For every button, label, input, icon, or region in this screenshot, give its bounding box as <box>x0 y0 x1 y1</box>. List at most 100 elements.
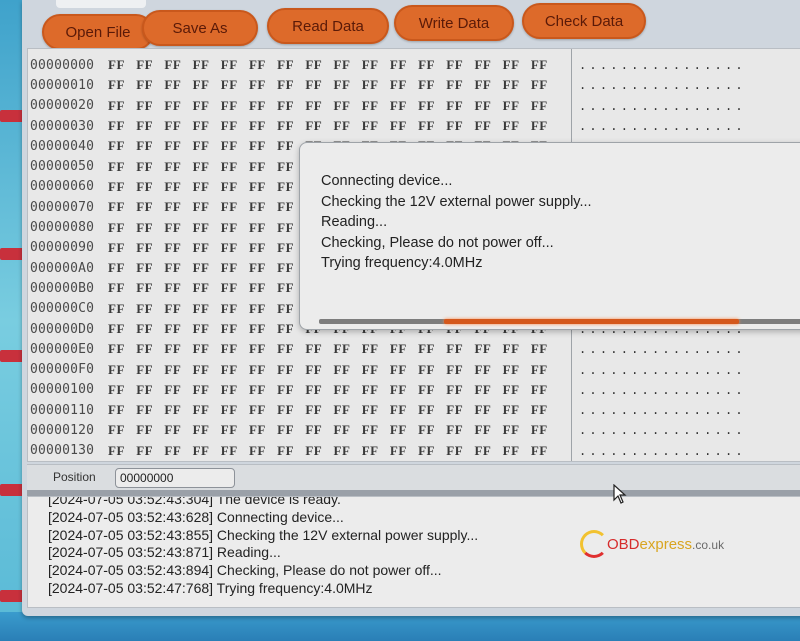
hex-byte[interactable]: FF <box>193 402 221 418</box>
hex-byte[interactable]: FF <box>193 199 221 215</box>
hex-byte[interactable]: FF <box>136 220 164 236</box>
hex-byte[interactable]: FF <box>503 402 531 418</box>
hex-byte[interactable]: FF <box>193 301 221 317</box>
hex-byte[interactable]: FF <box>249 301 277 317</box>
hex-byte[interactable]: FF <box>193 118 221 134</box>
hex-byte[interactable]: FF <box>249 402 277 418</box>
hex-byte[interactable]: FF <box>221 77 249 93</box>
hex-byte[interactable]: FF <box>164 98 192 114</box>
hex-byte[interactable]: FF <box>136 138 164 154</box>
hex-byte[interactable]: FF <box>418 422 446 438</box>
hex-byte[interactable]: FF <box>418 341 446 357</box>
hex-byte[interactable]: FF <box>221 57 249 73</box>
hex-byte[interactable]: FF <box>418 118 446 134</box>
hex-byte[interactable]: FF <box>531 77 559 93</box>
hex-byte[interactable]: FF <box>164 321 192 337</box>
hex-byte[interactable]: FF <box>446 98 474 114</box>
hex-byte[interactable]: FF <box>390 422 418 438</box>
hex-byte[interactable]: FF <box>249 138 277 154</box>
hex-byte[interactable]: FF <box>362 443 390 459</box>
hex-byte[interactable]: FF <box>503 341 531 357</box>
hex-byte[interactable]: FF <box>418 443 446 459</box>
hex-byte[interactable]: FF <box>136 382 164 398</box>
save-as-button[interactable]: Save As <box>142 10 258 46</box>
hex-byte[interactable]: FF <box>221 118 249 134</box>
hex-byte[interactable]: FF <box>193 138 221 154</box>
hex-byte[interactable]: FF <box>193 159 221 175</box>
hex-byte[interactable]: FF <box>305 402 333 418</box>
check-data-button[interactable]: Check Data <box>522 3 646 39</box>
hex-byte[interactable]: FF <box>362 341 390 357</box>
hex-byte[interactable]: FF <box>136 362 164 378</box>
hex-byte[interactable]: FF <box>277 443 305 459</box>
hex-byte[interactable]: FF <box>108 341 136 357</box>
hex-byte[interactable]: FF <box>446 341 474 357</box>
hex-byte[interactable]: FF <box>362 98 390 114</box>
hex-byte[interactable]: FF <box>221 402 249 418</box>
hex-byte[interactable]: FF <box>305 77 333 93</box>
hex-byte[interactable]: FF <box>249 57 277 73</box>
hex-byte[interactable]: FF <box>108 402 136 418</box>
hex-byte[interactable]: FF <box>193 362 221 378</box>
hex-byte[interactable]: FF <box>418 362 446 378</box>
hex-byte[interactable]: FF <box>164 118 192 134</box>
hex-byte[interactable]: FF <box>193 179 221 195</box>
hex-byte[interactable]: FF <box>531 57 559 73</box>
hex-byte[interactable]: FF <box>249 179 277 195</box>
hex-byte[interactable]: FF <box>136 179 164 195</box>
hex-byte[interactable]: FF <box>334 443 362 459</box>
hex-byte[interactable]: FF <box>108 57 136 73</box>
hex-byte[interactable]: FF <box>193 422 221 438</box>
hex-byte[interactable]: FF <box>193 321 221 337</box>
hex-byte[interactable]: FF <box>108 77 136 93</box>
hex-byte[interactable]: FF <box>474 341 502 357</box>
hex-byte[interactable]: FF <box>474 362 502 378</box>
hex-byte[interactable]: FF <box>193 240 221 256</box>
hex-byte[interactable]: FF <box>221 199 249 215</box>
hex-byte[interactable]: FF <box>474 402 502 418</box>
hex-byte[interactable]: FF <box>164 402 192 418</box>
hex-byte[interactable]: FF <box>446 422 474 438</box>
hex-byte[interactable]: FF <box>108 362 136 378</box>
open-file-button[interactable]: Open File <box>42 14 154 50</box>
hex-byte[interactable]: FF <box>221 260 249 276</box>
hex-byte[interactable]: FF <box>305 443 333 459</box>
hex-byte[interactable]: FF <box>362 402 390 418</box>
hex-byte[interactable]: FF <box>108 301 136 317</box>
hex-byte[interactable]: FF <box>474 422 502 438</box>
hex-byte[interactable]: FF <box>136 301 164 317</box>
hex-byte[interactable]: FF <box>305 362 333 378</box>
hex-byte[interactable]: FF <box>193 260 221 276</box>
hex-byte[interactable]: FF <box>221 159 249 175</box>
hex-byte[interactable]: FF <box>531 443 559 459</box>
hex-byte[interactable]: FF <box>249 159 277 175</box>
hex-byte[interactable]: FF <box>531 362 559 378</box>
hex-byte[interactable]: FF <box>164 341 192 357</box>
hex-byte[interactable]: FF <box>136 199 164 215</box>
hex-byte[interactable]: FF <box>503 443 531 459</box>
hex-byte[interactable]: FF <box>334 118 362 134</box>
hex-byte[interactable]: FF <box>164 159 192 175</box>
hex-byte[interactable]: FF <box>390 118 418 134</box>
hex-byte[interactable]: FF <box>249 362 277 378</box>
hex-byte[interactable]: FF <box>531 382 559 398</box>
hex-byte[interactable]: FF <box>221 382 249 398</box>
hex-byte[interactable]: FF <box>136 77 164 93</box>
hex-byte[interactable]: FF <box>221 321 249 337</box>
hex-byte[interactable]: FF <box>362 118 390 134</box>
hex-byte[interactable]: FF <box>136 118 164 134</box>
hex-byte[interactable]: FF <box>249 280 277 296</box>
hex-byte[interactable]: FF <box>249 321 277 337</box>
hex-byte[interactable]: FF <box>164 240 192 256</box>
hex-byte[interactable]: FF <box>221 301 249 317</box>
hex-byte[interactable]: FF <box>474 77 502 93</box>
hex-byte[interactable]: FF <box>446 382 474 398</box>
hex-byte[interactable]: FF <box>164 260 192 276</box>
hex-byte[interactable]: FF <box>249 240 277 256</box>
hex-byte[interactable]: FF <box>249 422 277 438</box>
hex-byte[interactable]: FF <box>221 138 249 154</box>
hex-byte[interactable]: FF <box>164 362 192 378</box>
hex-byte[interactable]: FF <box>474 382 502 398</box>
hex-byte[interactable]: FF <box>221 179 249 195</box>
hex-byte[interactable]: FF <box>164 301 192 317</box>
